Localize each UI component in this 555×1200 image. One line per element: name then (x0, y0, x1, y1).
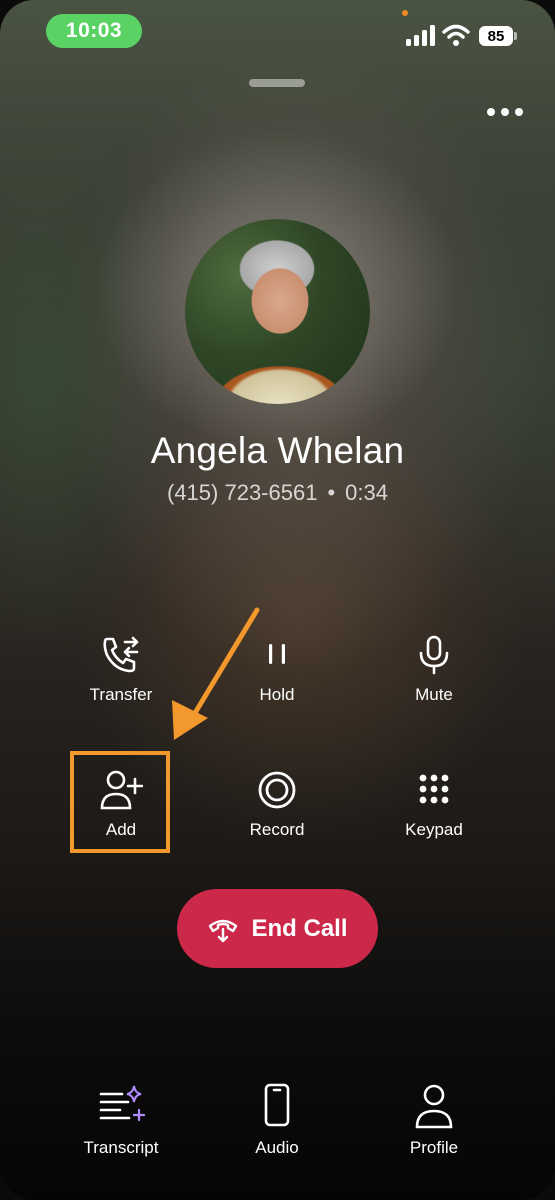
call-info: (415) 723-6561 • 0:34 (0, 480, 555, 506)
keypad-icon (412, 768, 456, 812)
contact-name: Angela Whelan (150, 430, 405, 471)
record-icon (255, 768, 299, 812)
contact-avatar (185, 219, 370, 404)
phone-transfer-icon (99, 633, 143, 677)
hang-up-icon (209, 919, 238, 942)
sheet-grabber[interactable] (249, 79, 305, 87)
annotation-arrow-icon (172, 607, 260, 740)
phone-device-icon (252, 1080, 302, 1130)
more-options-button[interactable] (481, 98, 529, 126)
record-label: Record (249, 820, 305, 839)
nav-profile[interactable]: Profile (369, 1080, 499, 1158)
nav-audio[interactable]: Audio (212, 1080, 342, 1158)
transcript-label: Transcript (83, 1138, 159, 1157)
privacy-indicator-dot (402, 10, 408, 16)
mute-label: Mute (415, 685, 453, 704)
keypad-button[interactable]: Keypad (369, 768, 499, 858)
microphone-icon (412, 633, 456, 677)
end-call-label: End Call (251, 914, 348, 942)
bottom-navigation: Transcript Audio Profile (0, 1080, 555, 1180)
wifi-icon (442, 24, 470, 46)
battery-icon: 85 (479, 26, 513, 46)
call-screen: 10:03 85 Angela Whelan (415) 723-6561 • 0:… (0, 0, 555, 1200)
call-duration: 0:34 (345, 480, 388, 505)
profile-person-icon (409, 1080, 459, 1130)
highlight-box (70, 751, 170, 853)
ellipsis-icon (487, 108, 495, 116)
battery-cap (514, 32, 517, 40)
audio-label: Audio (255, 1138, 299, 1157)
end-call-button[interactable]: End Call (177, 889, 378, 968)
transfer-label: Transfer (89, 685, 153, 704)
nav-transcript[interactable]: Transcript (56, 1080, 186, 1158)
signal-icon (406, 25, 435, 46)
mute-button[interactable]: Mute (369, 633, 499, 723)
keypad-label: Keypad (405, 820, 463, 839)
transcript-sparkle-icon (96, 1080, 146, 1130)
profile-label: Profile (409, 1138, 459, 1157)
contact-phone: (415) 723-6561 (167, 480, 318, 505)
status-time: 10:03 (46, 14, 142, 48)
record-button[interactable]: Record (212, 768, 342, 858)
separator-dot: • (327, 480, 336, 505)
